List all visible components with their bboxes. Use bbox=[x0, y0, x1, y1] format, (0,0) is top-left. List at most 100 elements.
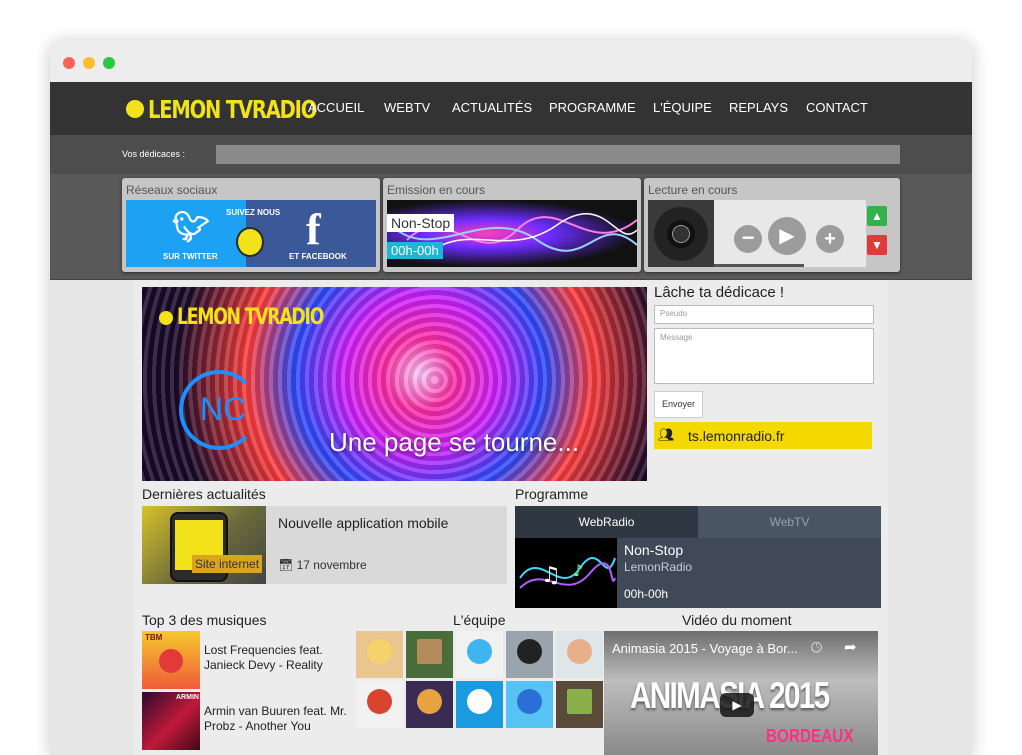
thumbs-down-icon[interactable]: ▼ bbox=[867, 235, 887, 255]
now-playing-title: Lecture en cours bbox=[648, 183, 738, 197]
twitter-label: SUR TWITTER bbox=[163, 252, 218, 261]
tab-webtv[interactable]: WebTV bbox=[698, 506, 881, 538]
dedicaces-ticker-bar: Vos dédicaces : bbox=[50, 135, 972, 174]
cover-emblem bbox=[159, 649, 183, 673]
player-controls: − ▶ + bbox=[714, 200, 866, 267]
video-play-button[interactable]: ▶ bbox=[720, 693, 754, 717]
tab-webradio[interactable]: WebRadio bbox=[515, 506, 698, 538]
team-member-avatar[interactable] bbox=[356, 681, 403, 728]
track-title: Lost Frequencies feat. Janieck Devy - Re… bbox=[204, 643, 323, 672]
facebook-icon[interactable]: f bbox=[306, 204, 321, 255]
lemon-icon bbox=[159, 310, 173, 325]
programme-time: 00h-00h bbox=[624, 587, 669, 601]
emission-image[interactable]: Non-Stop 00h-00h bbox=[387, 200, 637, 267]
volume-up-button[interactable]: + bbox=[816, 225, 844, 253]
nav-item-contact[interactable]: CONTACT bbox=[806, 100, 868, 115]
video-city: BORDEAUX bbox=[766, 726, 854, 746]
programme-tabs: WebRadio WebTV bbox=[515, 506, 881, 538]
facebook-label: ET FACEBOOK bbox=[289, 252, 347, 261]
track-cover: TBM bbox=[142, 631, 200, 689]
social-widget: Réseaux sociaux 🐦︎ SUR TWITTER SUIVEZ NO… bbox=[122, 178, 380, 272]
social-widget-title: Réseaux sociaux bbox=[126, 183, 218, 197]
svg-text:♪: ♪ bbox=[573, 561, 583, 580]
news-date-text: 17 novembre bbox=[296, 558, 367, 572]
avatar bbox=[467, 639, 492, 664]
lemon-icon bbox=[126, 100, 144, 118]
emission-time: 00h-00h bbox=[387, 242, 443, 259]
cover-label: TBM bbox=[145, 633, 163, 642]
thumbs-up-icon[interactable]: ▲ bbox=[867, 206, 887, 226]
nav-item-actualites[interactable]: ACTUALITÉS bbox=[452, 100, 532, 115]
top3-item[interactable]: ARMIN Armin van Buuren feat. Mr. Probz -… bbox=[142, 692, 352, 750]
svg-text:♫: ♫ bbox=[541, 563, 561, 588]
social-banner[interactable]: 🐦︎ SUR TWITTER SUIVEZ NOUS f ET FACEBOOK bbox=[126, 200, 376, 267]
teamspeak-address: ts.lemonradio.fr bbox=[688, 428, 785, 444]
playback-progress bbox=[714, 264, 804, 267]
nav-item-replays[interactable]: REPLAYS bbox=[729, 100, 788, 115]
vinyl-icon bbox=[654, 207, 708, 261]
browser-window: LEMON TVRADIO ACCUEIL WEBTV ACTUALITÉS P… bbox=[50, 40, 972, 755]
banner-logo: LEMON TVRADIO bbox=[159, 305, 364, 330]
programme-title: Non-Stop bbox=[624, 542, 684, 558]
maximize-window-button[interactable] bbox=[103, 57, 115, 69]
nc-label: NC bbox=[200, 391, 247, 427]
top3-section-title: Top 3 des musiques bbox=[142, 612, 267, 628]
track-cover: ARMIN bbox=[142, 692, 200, 750]
video-player[interactable]: Animasia 2015 - Voyage à Bor... 🕒︎ ➦ ANI… bbox=[604, 631, 878, 755]
calendar-icon: 📅︎ bbox=[278, 558, 294, 572]
video-title[interactable]: Animasia 2015 - Voyage à Bor... bbox=[612, 641, 798, 656]
now-playing-widget: Lecture en cours − ▶ + ▲ ▼ bbox=[644, 178, 900, 272]
window-titlebar bbox=[50, 40, 972, 82]
news-section-title: Dernières actualités bbox=[142, 486, 266, 502]
nav-item-webtv[interactable]: WEBTV bbox=[384, 100, 430, 115]
team-member-avatar[interactable] bbox=[556, 631, 603, 678]
main-navigation: LEMON TVRADIO ACCUEIL WEBTV ACTUALITÉS P… bbox=[50, 82, 972, 135]
nav-item-programme[interactable]: PROGRAMME bbox=[549, 100, 636, 115]
dedicace-form-title: Lâche ta dédicace ! bbox=[654, 284, 785, 301]
music-notes-graphic: ♫ ♪ bbox=[519, 557, 616, 589]
dedicaces-ticker bbox=[216, 145, 900, 164]
volume-down-button[interactable]: − bbox=[734, 225, 762, 253]
programme-item[interactable]: ♫ ♪ Non-Stop LemonRadio 00h-00h bbox=[515, 538, 881, 608]
news-card[interactable]: Site internet Nouvelle application mobil… bbox=[142, 506, 507, 584]
news-image: Site internet bbox=[142, 506, 266, 584]
avatar bbox=[417, 689, 442, 714]
news-date: 📅︎ 17 novembre bbox=[278, 558, 367, 572]
send-button[interactable]: Envoyer bbox=[654, 391, 703, 418]
top3-item[interactable]: TBM Lost Frequencies feat. Janieck Devy … bbox=[142, 631, 352, 689]
avatar bbox=[367, 639, 392, 664]
team-member-avatar[interactable] bbox=[456, 681, 503, 728]
news-category-tag: Site internet bbox=[192, 555, 263, 573]
nav-item-equipe[interactable]: L'ÉQUIPE bbox=[653, 100, 712, 115]
lemon-icon bbox=[236, 227, 264, 257]
team-member-avatar[interactable] bbox=[506, 631, 553, 678]
twitter-icon[interactable]: 🐦︎ bbox=[172, 210, 210, 245]
close-window-button[interactable] bbox=[63, 57, 75, 69]
team-member-avatar[interactable] bbox=[506, 681, 553, 728]
pseudo-field[interactable]: Pseudo bbox=[654, 305, 874, 324]
video-section-title: Vidéo du moment bbox=[682, 612, 792, 628]
share-icon[interactable]: ➦ bbox=[844, 638, 857, 656]
avatar bbox=[567, 639, 592, 664]
play-button[interactable]: ▶ bbox=[768, 217, 806, 255]
watch-later-icon[interactable]: 🕒︎ bbox=[811, 639, 822, 656]
emission-widget-title: Emission en cours bbox=[387, 183, 486, 197]
minimize-window-button[interactable] bbox=[83, 57, 95, 69]
hero-banner[interactable]: LEMON TVRADIO NC Une page se tourne... bbox=[142, 287, 647, 481]
team-member-avatar[interactable] bbox=[356, 631, 403, 678]
programme-subtitle: LemonRadio bbox=[624, 560, 693, 574]
team-member-avatar[interactable] bbox=[556, 681, 603, 728]
nav-item-accueil[interactable]: ACCUEIL bbox=[308, 100, 364, 115]
avatar bbox=[417, 639, 442, 664]
teamspeak-link[interactable]: 👥︎ ts.lemonradio.fr bbox=[654, 422, 872, 449]
users-icon: 👥︎ bbox=[658, 427, 675, 442]
avatar bbox=[467, 689, 492, 714]
team-member-avatar[interactable] bbox=[456, 631, 503, 678]
message-field[interactable]: Message bbox=[654, 328, 874, 384]
team-member-avatar[interactable] bbox=[406, 631, 453, 678]
album-cover bbox=[648, 200, 714, 267]
main-content: LEMON TVRADIO NC Une page se tourne... L… bbox=[134, 280, 888, 755]
logo-text: LEMON TVRADIO bbox=[148, 94, 317, 124]
team-member-avatar[interactable] bbox=[406, 681, 453, 728]
programme-image: ♫ ♪ bbox=[515, 538, 617, 608]
